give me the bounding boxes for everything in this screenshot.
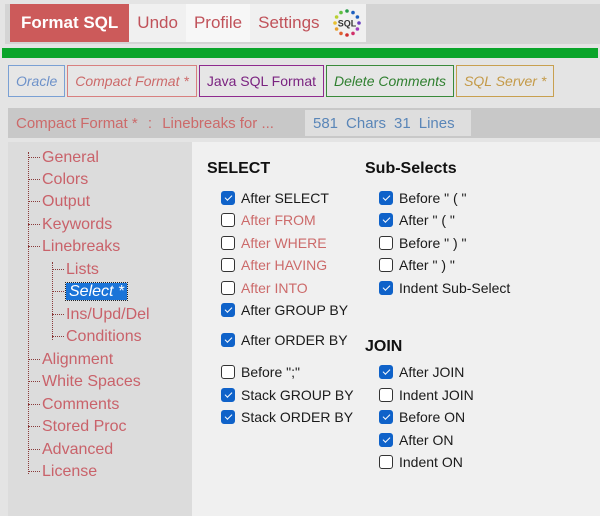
profile-tab-compact-format[interactable]: Compact Format * <box>67 65 197 97</box>
checkbox[interactable] <box>221 303 235 317</box>
tree-item-keywords[interactable]: Keywords <box>28 215 112 235</box>
option-indent-on[interactable]: Indent ON <box>379 454 463 470</box>
option-before-on[interactable]: Before ON <box>379 409 465 425</box>
option-before-semicolon[interactable]: Before ";" <box>221 364 300 380</box>
tree-item-output[interactable]: Output <box>28 192 90 212</box>
option-after-order-by[interactable]: After ORDER BY <box>221 332 348 348</box>
tree-item-alignment[interactable]: Alignment <box>28 350 113 370</box>
logo-text: SQL <box>337 19 356 29</box>
status-description: Compact Format * : Linebreaks for ... <box>8 115 308 132</box>
checkbox[interactable] <box>379 236 393 250</box>
checkbox[interactable] <box>221 236 235 250</box>
tree-item-white-spaces[interactable]: White Spaces <box>28 372 141 392</box>
option-after-close-paren[interactable]: After " ) " <box>379 257 455 273</box>
profile-tab-oracle[interactable]: Oracle <box>8 65 66 97</box>
settings-tree: General Colors Output Keywords Linebreak… <box>8 142 192 516</box>
option-after-where[interactable]: After WHERE <box>221 235 327 251</box>
toolbar: Format SQL Undo Profile Settings SQL <box>5 4 600 44</box>
checkbox[interactable] <box>379 365 393 379</box>
options-panel: SELECT After SELECT After FROM After WHE… <box>192 142 600 516</box>
chars-label: Chars <box>346 114 387 132</box>
checkbox[interactable] <box>379 191 393 205</box>
toolbar-group: Format SQL Undo Profile Settings SQL <box>10 4 366 42</box>
join-section-title: JOIN <box>365 338 403 355</box>
profile-tabs: Oracle Compact Format * Java SQL Format … <box>8 65 555 99</box>
tree-item-ins-upd-del[interactable]: Ins/Upd/Del <box>52 305 150 325</box>
tree-item-conditions[interactable]: Conditions <box>52 327 142 347</box>
tree-item-colors[interactable]: Colors <box>28 170 88 190</box>
checkbox[interactable] <box>221 213 235 227</box>
select-section-title: SELECT <box>207 160 271 177</box>
checkbox[interactable] <box>221 388 235 402</box>
lines-count: 31 <box>394 114 411 132</box>
option-stack-group-by[interactable]: Stack GROUP BY <box>221 387 354 403</box>
option-stack-order-by[interactable]: Stack ORDER BY <box>221 409 353 425</box>
profile-tab-delete-comments[interactable]: Delete Comments <box>326 65 455 97</box>
lines-label: Lines <box>418 114 455 132</box>
undo-button[interactable]: Undo <box>129 4 186 42</box>
option-indent-join[interactable]: Indent JOIN <box>379 387 474 403</box>
checkbox[interactable] <box>221 333 235 347</box>
status-profile: Compact Format * <box>16 114 138 132</box>
checkbox[interactable] <box>379 281 393 295</box>
option-after-open-paren[interactable]: After " ( " <box>379 212 455 228</box>
option-after-group-by[interactable]: After GROUP BY <box>221 302 348 318</box>
tree-item-comments[interactable]: Comments <box>28 395 119 415</box>
checkbox[interactable] <box>379 213 393 227</box>
option-after-join[interactable]: After JOIN <box>379 364 464 380</box>
profile-tab-java-sql-format[interactable]: Java SQL Format <box>198 65 325 97</box>
subselects-section-title: Sub-Selects <box>365 160 457 177</box>
checkbox[interactable] <box>221 365 235 379</box>
format-sql-button[interactable]: Format SQL <box>10 4 130 42</box>
option-after-having[interactable]: After HAVING <box>221 257 327 273</box>
tree-item-lists[interactable]: Lists <box>52 260 99 280</box>
chars-count: 581 <box>313 114 339 132</box>
option-before-open-paren[interactable]: Before " ( " <box>379 190 467 206</box>
option-before-close-paren[interactable]: Before " ) " <box>379 235 467 251</box>
settings-button[interactable]: Settings <box>250 4 327 42</box>
status-text: Linebreaks for ... <box>162 114 274 132</box>
option-after-on[interactable]: After ON <box>379 432 453 448</box>
checkbox[interactable] <box>221 191 235 205</box>
option-after-into[interactable]: After INTO <box>221 280 308 296</box>
checkbox[interactable] <box>379 388 393 402</box>
tree-item-license[interactable]: License <box>28 462 97 482</box>
status-separator: : <box>147 114 153 132</box>
tree-item-stored-proc[interactable]: Stored Proc <box>28 417 126 437</box>
progress-bar <box>2 48 598 58</box>
tree-item-advanced[interactable]: Advanced <box>28 440 113 460</box>
checkbox[interactable] <box>379 455 393 469</box>
sql-logo-icon[interactable]: SQL <box>328 4 366 42</box>
tree-item-linebreaks[interactable]: Linebreaks <box>28 237 120 257</box>
checkbox[interactable] <box>221 410 235 424</box>
option-after-from[interactable]: After FROM <box>221 212 316 228</box>
checkbox[interactable] <box>221 281 235 295</box>
option-after-select[interactable]: After SELECT <box>221 190 329 206</box>
tree-item-general[interactable]: General <box>28 148 99 168</box>
profile-tab-sql-server[interactable]: SQL Server * <box>456 65 555 97</box>
profile-button[interactable]: Profile <box>185 4 251 42</box>
option-indent-sub-select[interactable]: Indent Sub-Select <box>379 280 510 296</box>
checkbox[interactable] <box>221 258 235 272</box>
checkbox[interactable] <box>379 258 393 272</box>
tree-item-select[interactable]: Select * <box>52 282 129 302</box>
checkbox[interactable] <box>379 433 393 447</box>
status-bar: Compact Format * : Linebreaks for ... 58… <box>8 108 600 138</box>
status-counts: 581 Chars 31 Lines <box>305 110 471 136</box>
checkbox[interactable] <box>379 410 393 424</box>
